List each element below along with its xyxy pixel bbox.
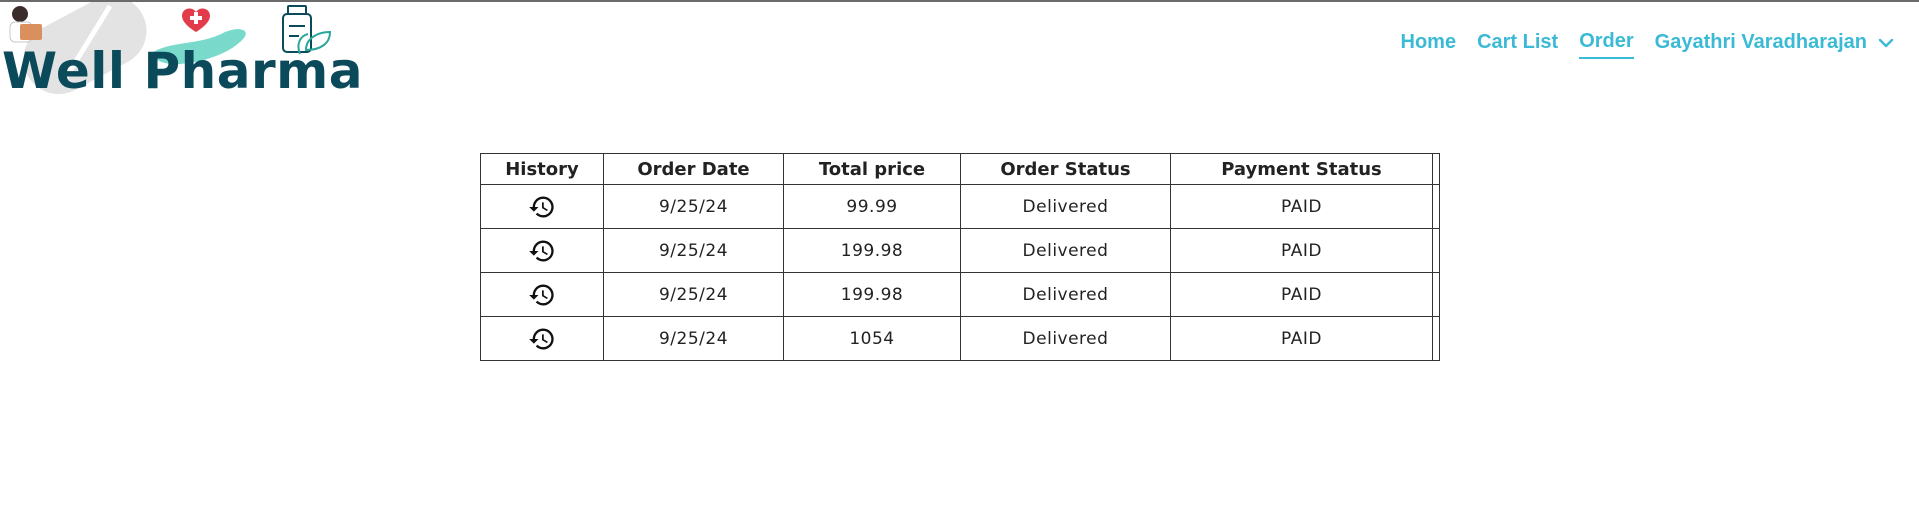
nav-home-link[interactable]: Home [1401, 31, 1457, 58]
total-price-cell: 99.99 [783, 184, 961, 229]
orders-table-container: History Order Date Total price Order Sta… [480, 153, 1440, 361]
history-cell [480, 272, 604, 317]
header-extra [1432, 153, 1440, 185]
order-date-cell: 9/25/24 [603, 316, 784, 361]
total-price-cell: 1054 [783, 316, 961, 361]
history-icon[interactable] [527, 193, 557, 221]
total-price-cell: 199.98 [783, 228, 961, 273]
order-date-cell: 9/25/24 [603, 272, 784, 317]
order-status-cell: Delivered [960, 272, 1171, 317]
orders-table: History Order Date Total price Order Sta… [480, 153, 1440, 361]
history-icon[interactable] [527, 325, 557, 353]
header-total-price: Total price [783, 153, 961, 185]
extra-cell [1432, 316, 1440, 361]
order-status-cell: Delivered [960, 316, 1171, 361]
order-status-cell: Delivered [960, 184, 1171, 229]
main-nav: Home Cart List Order Gayathri Varadharaj… [1401, 30, 1896, 59]
table-row: 9/25/24 99.99 Delivered PAID [480, 184, 1440, 229]
nav-cart-list-link[interactable]: Cart List [1477, 31, 1558, 58]
history-icon[interactable] [527, 281, 557, 309]
extra-cell [1432, 184, 1440, 229]
brand-name: Well Pharma [2, 42, 363, 100]
header-payment-status: Payment Status [1170, 153, 1433, 185]
user-name: Gayathri Varadharajan [1654, 31, 1867, 53]
brand-logo[interactable]: Well Pharma [0, 2, 362, 102]
site-header: Well Pharma Home Cart List Order Gayathr… [0, 0, 1919, 110]
history-cell [480, 316, 604, 361]
table-header-row: History Order Date Total price Order Sta… [480, 153, 1440, 185]
header-history: History [480, 153, 604, 185]
total-price-cell: 199.98 [783, 272, 961, 317]
table-row: 9/25/24 199.98 Delivered PAID [480, 228, 1440, 273]
payment-status-cell: PAID [1170, 228, 1433, 273]
user-menu-dropdown[interactable]: Gayathri Varadharajan [1655, 31, 1895, 58]
order-date-cell: 9/25/24 [603, 228, 784, 273]
table-row: 9/25/24 199.98 Delivered PAID [480, 272, 1440, 317]
history-icon[interactable] [527, 237, 557, 265]
chevron-down-icon [1878, 38, 1894, 47]
table-row: 9/25/24 1054 Delivered PAID [480, 316, 1440, 361]
extra-cell [1432, 228, 1440, 273]
payment-status-cell: PAID [1170, 184, 1433, 229]
payment-status-cell: PAID [1170, 272, 1433, 317]
order-date-cell: 9/25/24 [603, 184, 784, 229]
payment-status-cell: PAID [1170, 316, 1433, 361]
header-order-date: Order Date [603, 153, 784, 185]
order-status-cell: Delivered [960, 228, 1171, 273]
history-cell [480, 184, 604, 229]
history-cell [480, 228, 604, 273]
extra-cell [1432, 272, 1440, 317]
header-order-status: Order Status [960, 153, 1171, 185]
nav-order-link[interactable]: Order [1579, 30, 1634, 59]
